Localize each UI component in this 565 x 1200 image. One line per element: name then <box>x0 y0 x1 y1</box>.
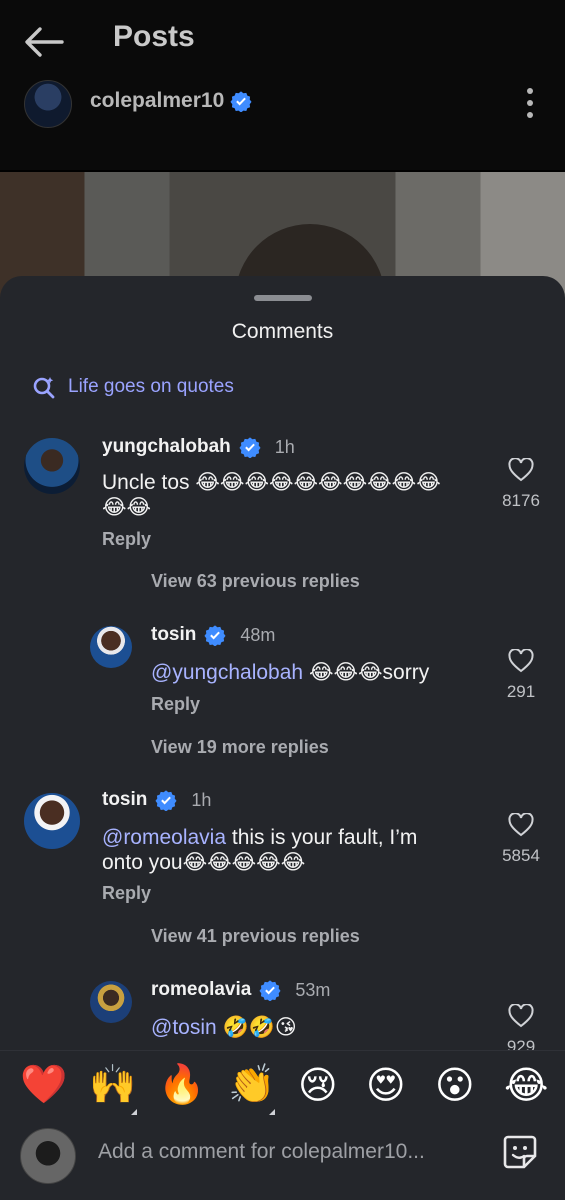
mention-link[interactable]: @tosin <box>151 1016 217 1039</box>
author-avatar[interactable] <box>24 80 72 128</box>
like-control[interactable]: 5854 <box>491 812 551 866</box>
comment-text: @yungchalobah 😂😂😂sorry <box>151 660 429 685</box>
emoji-quick-bar: ❤️ 🙌 🔥 👏 😢 😍 😮 😂 <box>0 1050 565 1129</box>
search-sparkle-icon <box>33 377 55 399</box>
reply-button[interactable]: Reply <box>102 883 151 904</box>
view-replies-link[interactable]: View 63 previous replies <box>151 571 360 592</box>
sheet-title: Comments <box>231 320 334 343</box>
comment-time: 1h <box>191 789 212 810</box>
commenter-name-text: yungchalobah <box>102 436 231 457</box>
like-count: 8176 <box>502 491 540 510</box>
reply-button[interactable]: Reply <box>102 529 151 550</box>
comment-text: @tosin 🤣🤣😘 <box>151 1015 297 1040</box>
comment-time: 53m <box>295 979 331 1000</box>
comment-text: Uncle tos 😂😂😂😂😂😂😂😂😂😂 😂😂 <box>102 470 441 520</box>
verified-badge-icon <box>204 625 226 646</box>
commenter-name[interactable]: tosin 1h <box>102 789 211 811</box>
like-control[interactable]: 8176 <box>491 457 551 511</box>
commenter-avatar[interactable] <box>90 626 132 668</box>
view-replies-link[interactable]: View 19 more replies <box>151 737 329 758</box>
commenter-name[interactable]: tosin 48m <box>151 624 275 646</box>
skin-tone-indicator-icon <box>131 1109 137 1115</box>
comment-item: yungchalobah 1h Uncle tos 😂😂😂😂😂😂😂😂😂😂 😂😂 … <box>0 432 565 562</box>
comment-input-bar: Add a comment for colepalmer10... <box>0 1128 565 1200</box>
emoji-heart-eyes[interactable]: 😍 <box>366 1063 406 1108</box>
comment-input[interactable]: Add a comment for colepalmer10... <box>98 1140 425 1164</box>
like-count: 5854 <box>502 846 540 865</box>
heart-icon[interactable] <box>508 1003 534 1028</box>
comment-item: tosin 1h @romeolavia this is your fault,… <box>0 787 565 917</box>
emoji-clapping[interactable]: 👏 <box>228 1063 275 1107</box>
commenter-avatar[interactable] <box>24 438 80 494</box>
heart-icon[interactable] <box>508 648 534 673</box>
current-user-avatar <box>20 1128 76 1184</box>
author-username[interactable]: colepalmer10 <box>90 89 252 113</box>
author-username-text: colepalmer10 <box>90 89 225 112</box>
commenter-avatar[interactable] <box>90 981 132 1023</box>
heart-icon[interactable] <box>508 457 534 482</box>
emoji-crying[interactable]: 😢 <box>298 1063 338 1108</box>
top-bar: Posts colepalmer10 <box>0 0 565 170</box>
emoji-surprised[interactable]: 😮 <box>435 1063 475 1108</box>
comment-text-line2: 😂😂 <box>102 496 152 519</box>
emoji-raising-hands[interactable]: 🙌 <box>89 1063 136 1107</box>
emoji-laughing[interactable]: 😂 <box>504 1063 548 1108</box>
skin-tone-indicator-icon <box>269 1109 275 1115</box>
mention-link[interactable]: @yungchalobah <box>151 661 303 684</box>
drag-handle[interactable] <box>254 295 312 301</box>
comment-text-body: 😂😂😂sorry <box>303 661 430 684</box>
comment-time: 1h <box>274 436 295 457</box>
emoji-heart[interactable]: ❤️ <box>20 1063 67 1107</box>
verified-badge-icon <box>239 437 261 458</box>
commenter-name[interactable]: yungchalobah 1h <box>102 436 295 458</box>
more-options-icon[interactable] <box>520 86 540 120</box>
commenter-name-text: tosin <box>102 789 148 810</box>
verified-badge-icon <box>155 790 177 811</box>
commenter-name-text: tosin <box>151 624 197 645</box>
mention-link[interactable]: @romeolavia <box>102 826 226 849</box>
search-suggestion-text: Life goes on quotes <box>68 376 234 397</box>
back-arrow-icon[interactable] <box>22 22 66 62</box>
heart-icon[interactable] <box>508 812 534 837</box>
page-title: Posts <box>113 20 195 53</box>
view-replies-link[interactable]: View 41 previous replies <box>151 926 360 947</box>
reply-item: romeolavia 53m @tosin 🤣🤣😘 929 <box>0 977 565 1057</box>
reply-item: tosin 48m @yungchalobah 😂😂😂sorry Reply 2… <box>0 622 565 722</box>
sticker-icon[interactable] <box>502 1134 538 1170</box>
like-control[interactable]: 291 <box>491 648 551 702</box>
verified-badge-icon <box>230 91 252 112</box>
comment-text-line1: this is your fault, I’m <box>226 826 418 849</box>
comment-text: @romeolavia this is your fault, I’m onto… <box>102 825 417 875</box>
comment-time: 48m <box>240 624 276 645</box>
commenter-name-text: romeolavia <box>151 979 252 1000</box>
verified-badge-icon <box>259 980 281 1001</box>
comment-text-line1: Uncle tos 😂😂😂😂😂😂😂😂😂😂 <box>102 471 441 494</box>
search-suggestion[interactable]: Life goes on quotes <box>32 375 234 399</box>
comment-text-body: 🤣🤣😘 <box>216 1016 297 1039</box>
reply-button[interactable]: Reply <box>151 694 200 715</box>
comment-text-line2: onto you😂😂😂😂😂 <box>102 851 306 874</box>
emoji-fire[interactable]: 🔥 <box>158 1063 205 1107</box>
commenter-name[interactable]: romeolavia 53m <box>151 979 330 1001</box>
like-count: 291 <box>506 682 536 701</box>
commenter-avatar[interactable] <box>24 793 80 849</box>
